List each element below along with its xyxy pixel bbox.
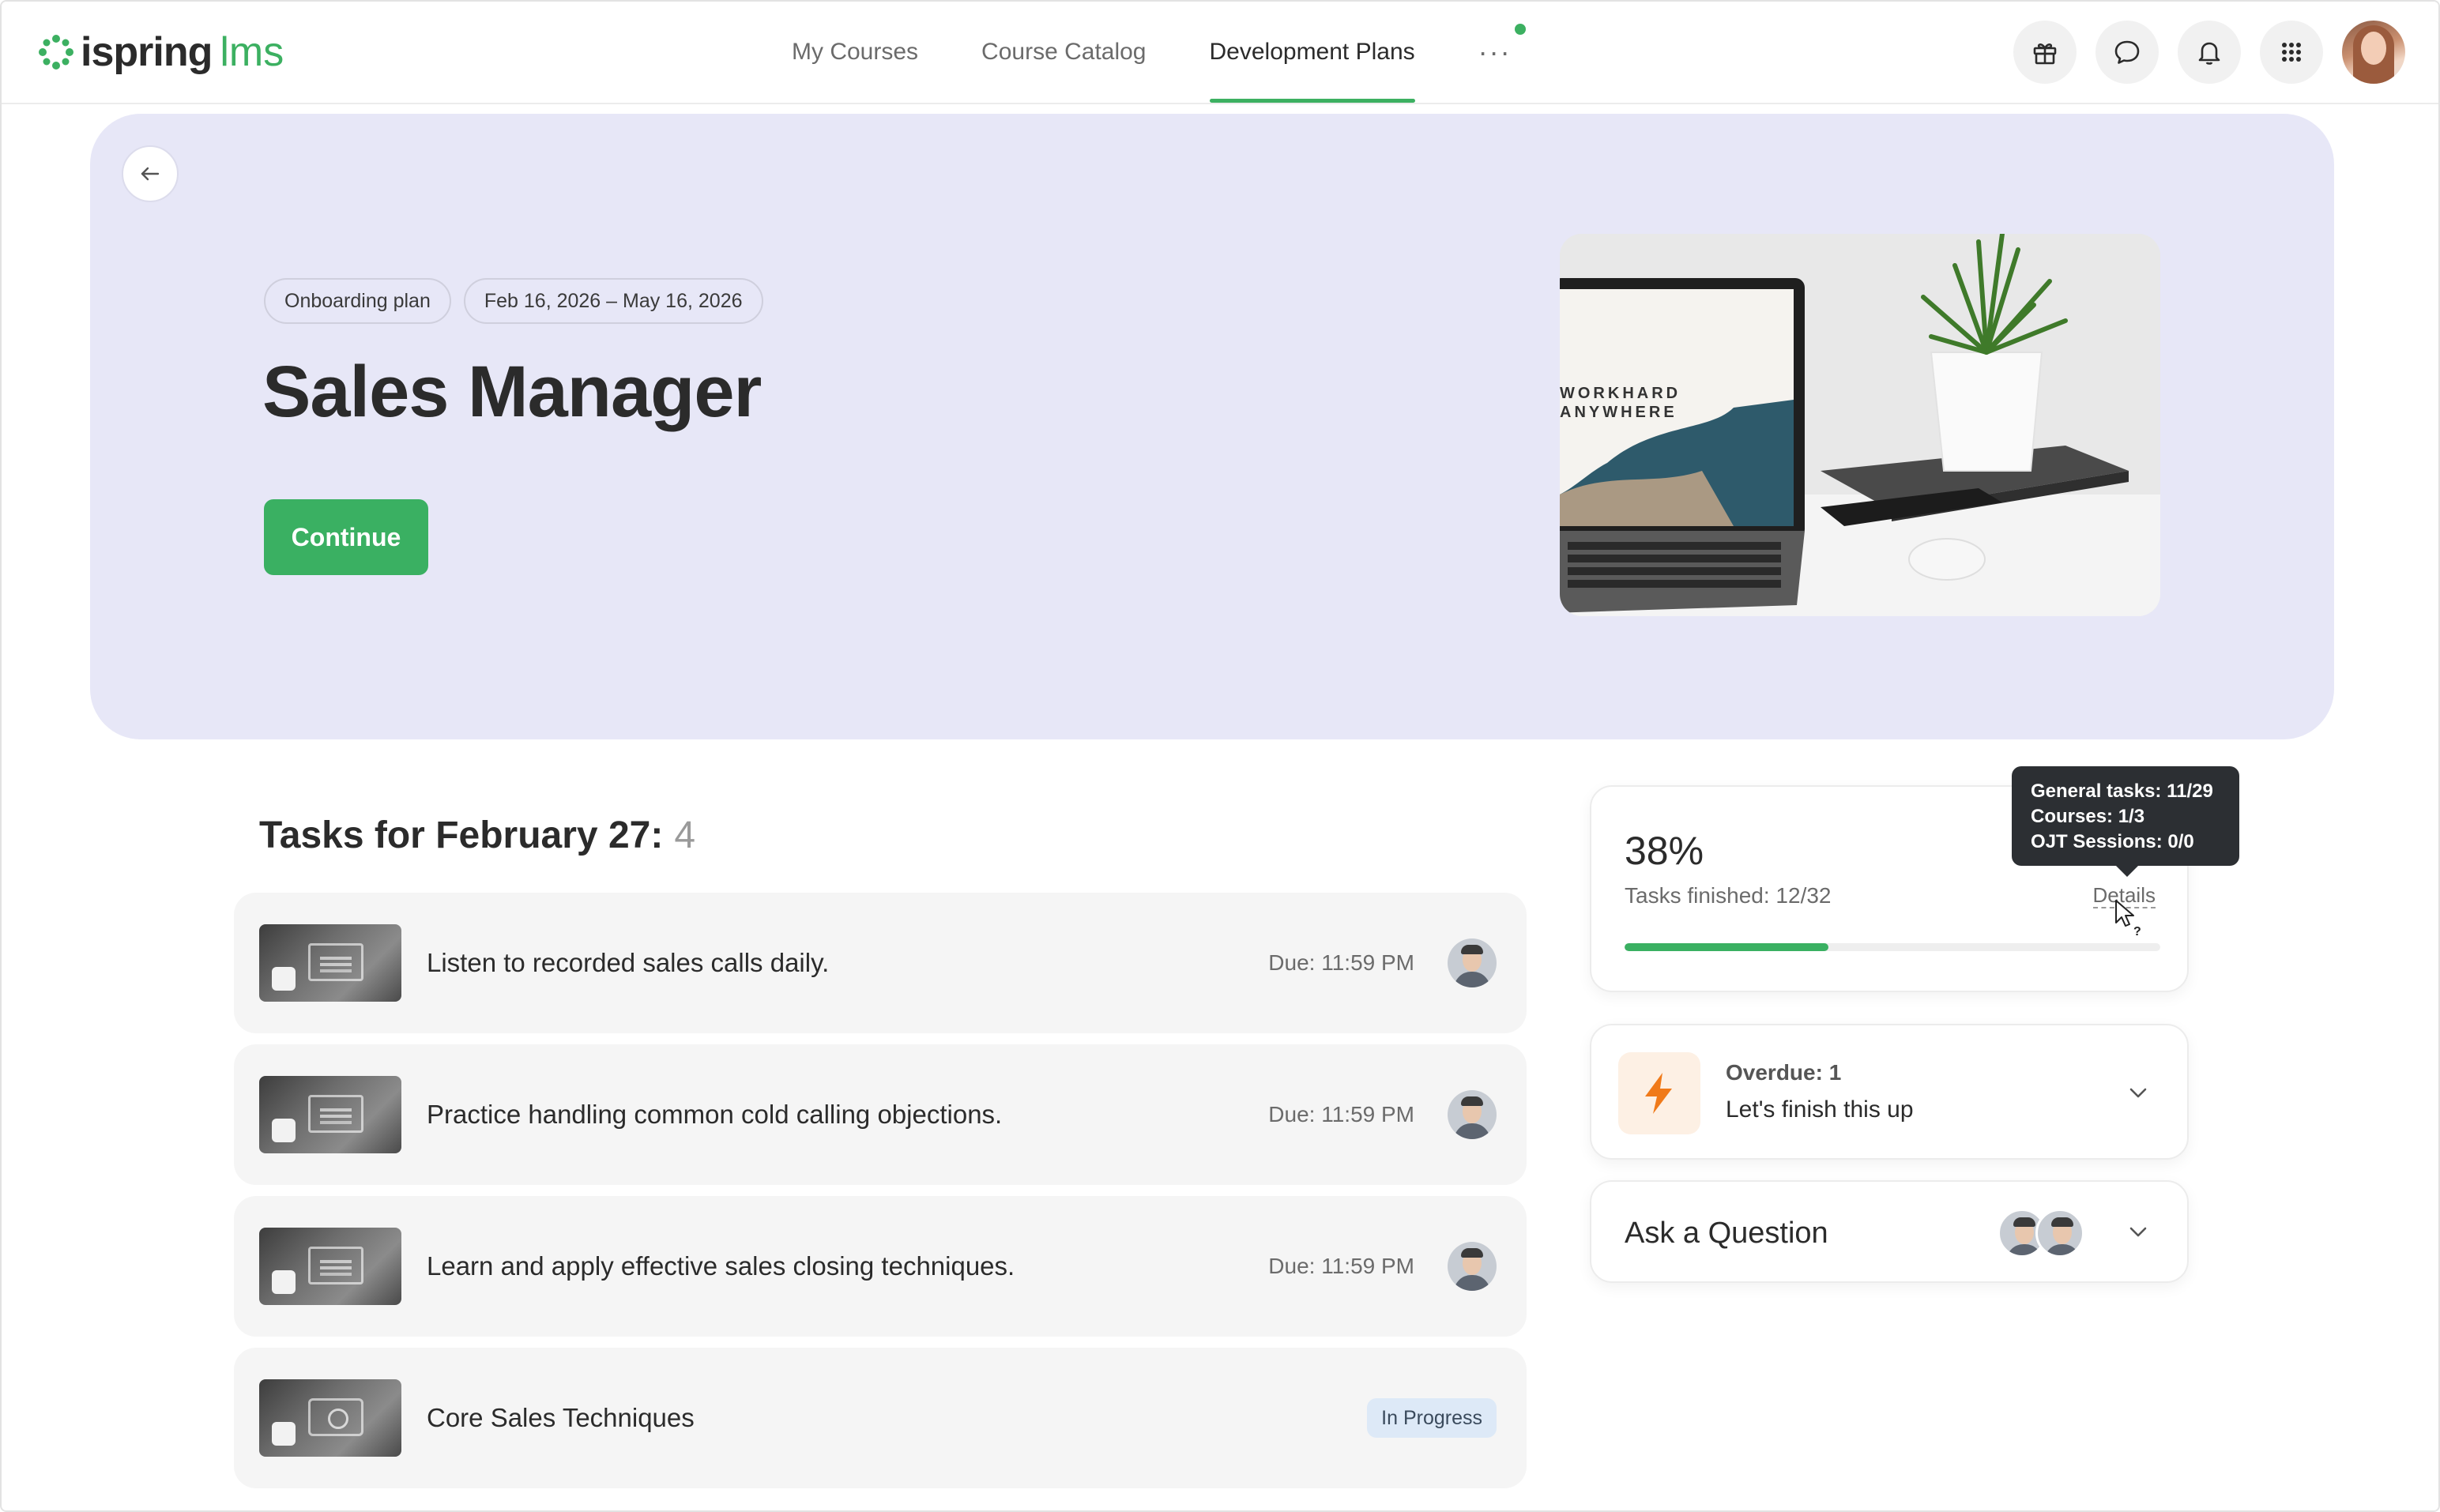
task-title: Learn and apply effective sales closing … xyxy=(427,1251,1015,1281)
task-thumbnail xyxy=(259,1076,401,1153)
ask-question-card[interactable]: Ask a Question xyxy=(1590,1180,2189,1283)
apps-grid-icon xyxy=(2282,43,2301,62)
course-title: Core Sales Techniques xyxy=(427,1403,695,1432)
tasks-heading-label: Tasks for February 27: xyxy=(259,814,664,856)
notification-dot xyxy=(1514,24,1526,35)
task-thumbnail xyxy=(259,1228,401,1305)
bell-icon xyxy=(2198,42,2220,65)
chat-icon xyxy=(2114,40,2140,64)
tooltip-ojt: OJT Sessions: 0/0 xyxy=(2031,831,2194,852)
tasks-count: 4 xyxy=(674,814,696,856)
task-item[interactable]: Listen to recorded sales calls daily. Du… xyxy=(234,893,1527,1033)
task-item[interactable]: Practice handling common cold calling ob… xyxy=(234,1044,1527,1185)
plan-hero: Onboarding plan Feb 16, 2026 – May 16, 2… xyxy=(90,114,2334,739)
progress-bar xyxy=(1625,943,2160,951)
logo-suffix: lms xyxy=(220,29,284,75)
mentor-avatars xyxy=(1998,1209,2084,1258)
more-dots-icon: ··· xyxy=(1478,36,1512,68)
task-due: Due: 11:59 PM xyxy=(1268,1254,1414,1278)
svg-text:?: ? xyxy=(2133,925,2141,937)
ispring-logo[interactable]: ispring lms xyxy=(38,28,284,76)
plan-dates-chip: Feb 16, 2026 – May 16, 2026 xyxy=(463,278,763,324)
ispring-flower-icon xyxy=(39,35,73,70)
top-icons xyxy=(1994,21,2405,84)
nav-course-catalog[interactable]: Course Catalog xyxy=(981,2,1146,103)
image-text-1: WORKHARD xyxy=(1560,385,1681,402)
ask-question-title: Ask a Question xyxy=(1625,1216,1828,1250)
task-item[interactable]: Learn and apply effective sales closing … xyxy=(234,1196,1527,1337)
plan-cover-image: WORKHARD ANYWHERE xyxy=(1560,234,2160,616)
arrow-left-icon xyxy=(141,167,160,181)
plan-type-chip: Onboarding plan xyxy=(264,278,451,324)
main-nav: My Courses Course Catalog Development Pl… xyxy=(792,2,1526,103)
task-title: Listen to recorded sales calls daily. xyxy=(427,948,830,977)
laptop-desk-illustration: WORKHARD ANYWHERE xyxy=(1560,234,2160,616)
app-window: ispring lms My Courses Course Catalog De… xyxy=(0,0,2440,1512)
mouse-cursor-icon: ? xyxy=(2115,900,2141,937)
task-thumbnail xyxy=(259,924,401,1002)
nav-my-courses[interactable]: My Courses xyxy=(792,2,918,103)
chevron-down-icon[interactable] xyxy=(2124,1079,2152,1108)
lightning-icon xyxy=(1645,1073,1672,1114)
gift-button[interactable] xyxy=(2013,21,2077,84)
task-due: Due: 11:59 PM xyxy=(1268,1102,1414,1126)
overdue-subtitle: Let's finish this up xyxy=(1726,1096,1914,1123)
tooltip-general: General tasks: 11/29 xyxy=(2031,780,2213,802)
apps-button[interactable] xyxy=(2260,21,2323,84)
continue-button[interactable]: Continue xyxy=(264,499,428,575)
image-text-2: ANYWHERE xyxy=(1560,404,1678,421)
top-navigation-bar: ispring lms My Courses Course Catalog De… xyxy=(2,2,2438,104)
nav-more-button[interactable]: ··· xyxy=(1478,2,1526,103)
tasks-heading: Tasks for February 27: 4 xyxy=(259,814,695,857)
plan-chips: Onboarding plan Feb 16, 2026 – May 16, 2… xyxy=(264,278,776,324)
progress-percent: 38% xyxy=(1625,829,1704,873)
back-button[interactable] xyxy=(122,145,179,202)
lightning-icon-tile xyxy=(1618,1052,1700,1134)
overdue-title: Overdue: 1 xyxy=(1726,1060,1842,1085)
tooltip-courses: Courses: 1/3 xyxy=(2031,806,2145,827)
assignee-avatar xyxy=(1448,1090,1497,1139)
notifications-button[interactable] xyxy=(2178,21,2241,84)
nav-development-plans[interactable]: Development Plans xyxy=(1209,2,1415,103)
course-thumbnail xyxy=(259,1379,401,1457)
details-tooltip: General tasks: 11/29 Courses: 1/3 OJT Se… xyxy=(2012,766,2239,877)
chat-button[interactable] xyxy=(2095,21,2159,84)
gift-icon xyxy=(2033,43,2057,65)
overdue-card[interactable]: Overdue: 1 Let's finish this up xyxy=(1590,1024,2189,1160)
mentor-avatar xyxy=(2035,1209,2084,1258)
logo-text: ispring xyxy=(81,29,213,75)
assignee-avatar xyxy=(1448,1242,1497,1291)
user-avatar[interactable] xyxy=(2342,21,2405,84)
assignee-avatar xyxy=(1448,938,1497,987)
page-title: Sales Manager xyxy=(262,352,762,432)
task-title: Practice handling common cold calling ob… xyxy=(427,1100,1003,1129)
course-item[interactable]: Core Sales Techniques In Progress xyxy=(234,1348,1527,1488)
tasks-finished: Tasks finished: 12/32 xyxy=(1625,883,1832,908)
status-badge: In Progress xyxy=(1367,1398,1497,1438)
chevron-down-icon[interactable] xyxy=(2124,1218,2152,1247)
task-due: Due: 11:59 PM xyxy=(1268,950,1414,975)
progress-bar-fill xyxy=(1625,943,1828,951)
